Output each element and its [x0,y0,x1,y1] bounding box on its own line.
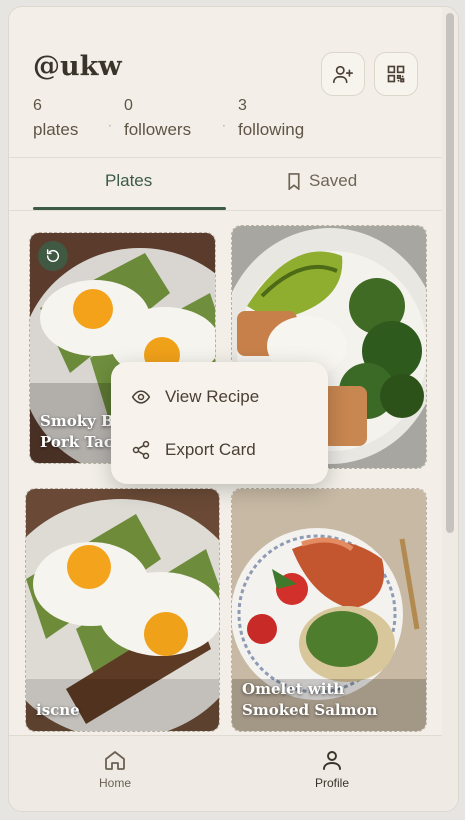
user-icon [323,751,341,770]
stat-plates-label: plates [33,120,79,139]
plate-title: Omelet with Smoked Salmon [242,680,378,719]
app-window: @ukw 6 plates · 0 followers · 3 followin… [8,6,459,812]
nav-profile-label: Profile [315,776,350,790]
tab-saved-label: Saved [309,171,358,190]
bookmark-icon [288,172,300,190]
qr-code-button[interactable] [374,52,418,96]
tab-plates[interactable]: Plates [105,171,152,191]
add-user-icon [333,65,353,84]
menu-item-export-card[interactable]: Export Card [131,440,256,460]
stat-followers-label: followers [124,120,192,139]
plate-card[interactable]: iscne [25,488,220,732]
eye-icon [131,390,151,404]
scrollbar[interactable] [442,7,458,811]
repost-icon [46,249,60,262]
menu-item-label: View Recipe [165,387,260,406]
repost-badge [38,241,68,271]
stat-plates-value: 6 [33,97,42,114]
stat-following[interactable]: 3 following [238,95,338,143]
plate-card[interactable]: Omelet with Smoked Salmon [231,488,427,732]
plate-context-menu: View Recipe Export Card [111,362,328,484]
nav-home[interactable]: Home [99,748,131,790]
profile-stats: 6 plates · 0 followers · 3 following [33,95,338,143]
stat-separator: · [222,119,226,133]
tab-saved[interactable]: Saved [287,171,357,191]
stat-separator: · [108,119,112,133]
share-icon [132,440,150,460]
bottom-navigation: Home Profile [9,735,442,811]
stat-plates: 6 plates [33,95,108,143]
divider [9,157,442,158]
stat-followers-value: 0 [124,97,133,114]
tab-plates-label: Plates [105,171,153,190]
divider [9,210,442,211]
scrollbar-thumb[interactable] [446,13,454,533]
home-icon [105,751,125,770]
stat-following-label: following [238,120,305,139]
nav-home-label: Home [99,776,132,790]
stat-followers[interactable]: 0 followers [124,95,222,143]
qr-code-icon [387,65,405,83]
profile-handle: @ukw [33,51,122,82]
menu-item-label: Export Card [165,440,256,459]
menu-item-view-recipe[interactable]: View Recipe [131,387,259,407]
plate-title: iscne [36,701,80,719]
nav-profile[interactable]: Profile [315,748,349,790]
stat-following-value: 3 [238,97,247,114]
add-friend-button[interactable] [321,52,365,96]
plate-photo [26,489,219,731]
